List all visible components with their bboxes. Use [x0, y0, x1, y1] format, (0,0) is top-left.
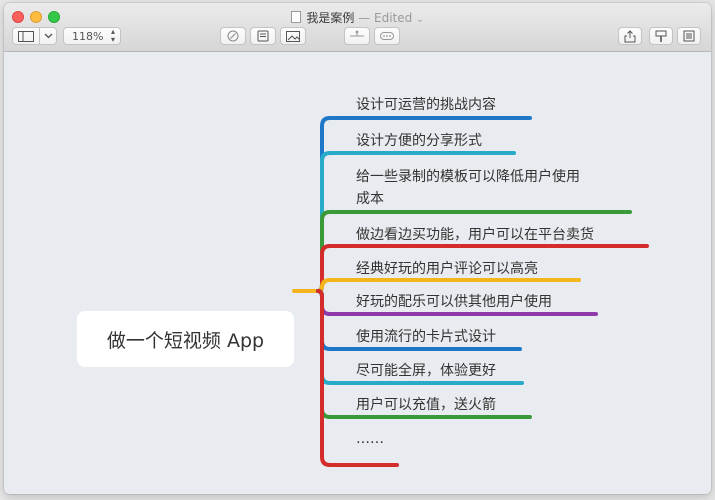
- format-button[interactable]: [649, 27, 673, 45]
- subtopic-label: 用户可以充值，送火箭: [356, 397, 496, 413]
- subtopic[interactable]: 尽可能全屏，体验更好: [356, 360, 496, 382]
- subtopic-label: 设计方便的分享形式: [356, 133, 482, 149]
- central-topic-label: 做一个短视频 App: [106, 329, 265, 352]
- subtopic[interactable]: 使用流行的卡片式设计: [356, 326, 496, 348]
- share-button[interactable]: [618, 27, 642, 45]
- image-button[interactable]: [280, 27, 306, 45]
- title-chevron-icon[interactable]: ⌄: [416, 15, 424, 25]
- subtopic-label: ……: [356, 431, 384, 447]
- sidebar-toggle-icon: [18, 30, 34, 42]
- subtopic[interactable]: 经典好玩的用户评论可以高亮: [356, 258, 538, 280]
- connect-icon: [350, 30, 364, 37]
- central-topic[interactable]: 做一个短视频 App: [77, 311, 294, 367]
- sidebar-options-button[interactable]: [39, 27, 57, 45]
- share-icon: [624, 29, 636, 42]
- relationship-button[interactable]: [344, 27, 370, 45]
- subtopic[interactable]: 给一些录制的模板可以降低用户使用 成本: [356, 166, 580, 210]
- branch-connector: [316, 278, 581, 293]
- outline-button[interactable]: [677, 27, 701, 45]
- subtopic[interactable]: 做边看边买功能，用户可以在平台卖货: [356, 224, 594, 246]
- subtopic[interactable]: 好玩的配乐可以供其他用户使用: [356, 291, 552, 313]
- chevron-down-icon: [44, 33, 52, 39]
- outline-icon: [683, 30, 695, 42]
- document-icon: [291, 11, 302, 23]
- subtopic-label: 做边看边买功能，用户可以在平台卖货: [356, 227, 594, 243]
- note-icon: [257, 30, 269, 42]
- format-icon: [655, 30, 667, 42]
- image-icon: [286, 30, 300, 42]
- subtopic[interactable]: ……: [356, 428, 384, 450]
- subtopic-label: 尽可能全屏，体验更好: [356, 363, 496, 379]
- note-button[interactable]: [250, 27, 276, 45]
- subtopic-label: 设计可运营的挑战内容: [356, 97, 496, 113]
- check-circle-icon: [227, 30, 239, 42]
- subtopic-label-line2: 成本: [356, 191, 384, 207]
- mindmap-canvas[interactable]: 做一个短视频 App 设计可运营的挑战内容 设计方便的分享形式给一些录制的模板可以…: [4, 52, 711, 494]
- subtopic[interactable]: 设计方便的分享形式: [356, 130, 482, 152]
- window-title-area[interactable]: 我是案例 — Edited ⌄: [4, 9, 711, 26]
- sidebar-toggle-button[interactable]: [12, 27, 40, 45]
- task-button[interactable]: [220, 27, 246, 45]
- title-separator: —: [358, 11, 371, 25]
- subtopic[interactable]: 用户可以充值，送火箭: [356, 394, 496, 416]
- zoom-stepper-icon: ▴ ▾: [110, 27, 115, 44]
- window-title: 我是案例: [306, 11, 355, 25]
- zoom-value: 118%: [72, 29, 104, 43]
- more-button[interactable]: [374, 27, 400, 45]
- subtopic-label: 经典好玩的用户评论可以高亮: [356, 261, 538, 277]
- zoom-control[interactable]: 118% ▴ ▾: [63, 27, 121, 45]
- edited-status: Edited: [374, 11, 413, 25]
- subtopic-label: 使用流行的卡片式设计: [356, 329, 496, 345]
- subtopic-label: 好玩的配乐可以供其他用户使用: [356, 294, 552, 310]
- title-bar: 我是案例 — Edited ⌄ 118% ▴ ▾: [4, 3, 711, 52]
- subtopic-label: 给一些录制的模板可以降低用户使用: [356, 169, 580, 185]
- more-icon: [380, 32, 394, 40]
- subtopic[interactable]: 设计可运营的挑战内容: [356, 94, 496, 116]
- app-window: 我是案例 — Edited ⌄ 118% ▴ ▾ 做一个短视频 App 设计可运…: [4, 3, 711, 494]
